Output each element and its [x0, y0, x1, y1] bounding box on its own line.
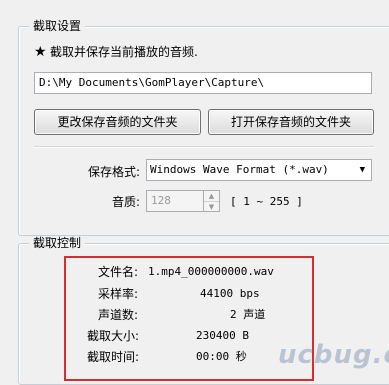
samplerate-value: 44100 bps: [200, 287, 260, 300]
format-label: 保存格式:: [88, 165, 141, 179]
quality-input[interactable]: 128: [146, 190, 204, 212]
format-select[interactable]: Windows Wave Format (*.wav) ▼: [146, 159, 372, 181]
settings-divider: [34, 146, 374, 148]
change-folder-button[interactable]: 更改保存音频的文件夹: [34, 109, 201, 135]
capture-control-title: 截取控制: [29, 236, 86, 250]
quality-range: [ 1 ~ 255 ]: [230, 195, 303, 208]
spin-up-icon[interactable]: ▲: [204, 191, 219, 202]
capture-time-label: 截取时间:: [87, 350, 140, 364]
capture-option-label: 截取并保存当前播放的音频.: [50, 45, 198, 59]
save-path-field[interactable]: D:\My Documents\GomPlayer\Capture\: [34, 72, 372, 94]
channels-label: 声道数:: [98, 308, 139, 322]
filename-value: 1.mp4_000000000.wav: [148, 265, 274, 278]
capture-size-label: 截取大小:: [87, 329, 140, 343]
capture-size-value: 230400 B: [196, 329, 249, 342]
format-select-value: Windows Wave Format (*.wav): [150, 163, 329, 176]
chevron-down-icon[interactable]: ▼: [360, 160, 365, 180]
filename-label: 文件名:: [98, 265, 139, 279]
star-icon: ★: [34, 44, 47, 60]
spin-down-icon[interactable]: ▼: [204, 202, 219, 212]
samplerate-label: 采样率:: [98, 287, 139, 301]
quality-value: 128: [151, 194, 171, 207]
quality-label: 音质:: [112, 195, 141, 209]
capture-time-value: 00:00 秒: [196, 350, 247, 363]
capture-settings-title: 截取设置: [29, 19, 86, 33]
watermark: ucbug.com: [278, 340, 389, 370]
quality-spinner[interactable]: ▲ ▼: [204, 190, 220, 212]
channels-value: 2 声道: [230, 308, 266, 321]
open-folder-button[interactable]: 打开保存音频的文件夹: [208, 109, 374, 135]
